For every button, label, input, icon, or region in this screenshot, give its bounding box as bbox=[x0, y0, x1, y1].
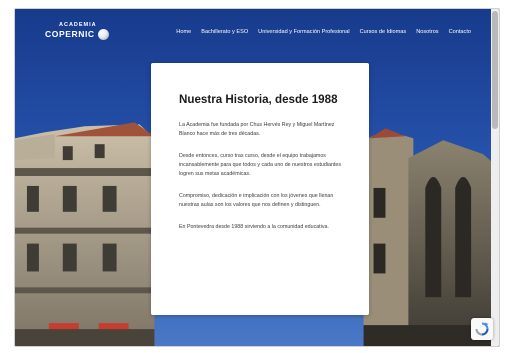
browser-viewport: ACADEMIA COPERNIC Home Bachillerato y ES… bbox=[14, 8, 500, 347]
recaptcha-arrows bbox=[475, 322, 489, 336]
nav-home[interactable]: Home bbox=[176, 29, 191, 35]
main-nav: Home Bachillerato y ESO Universidad y Fo… bbox=[176, 29, 471, 35]
scrollbar-thumb[interactable] bbox=[492, 11, 498, 129]
globe-icon bbox=[97, 28, 109, 40]
site-logo[interactable]: ACADEMIA COPERNIC bbox=[45, 22, 109, 40]
history-card: Nuestra Historia, desde 1988 La Academia… bbox=[151, 63, 369, 315]
logo-line-2-wrap: COPERNIC bbox=[45, 28, 109, 40]
nav-nosotros[interactable]: Nosotros bbox=[416, 29, 438, 35]
nav-idiomas[interactable]: Cursos de Idiomas bbox=[360, 29, 407, 35]
recaptcha-icon[interactable] bbox=[471, 318, 493, 340]
logo-line-2: COPERNIC bbox=[45, 28, 95, 39]
history-paragraph-2: Desde entonces, curso tras curso, desde … bbox=[179, 153, 341, 177]
history-paragraph-4: En Pontevedra desde 1988 sirviendo a la … bbox=[179, 224, 329, 230]
nav-contacto[interactable]: Contacto bbox=[449, 29, 471, 35]
nav-universidad[interactable]: Universidad y Formación Profesional bbox=[258, 29, 349, 35]
history-title: Nuestra Historia, desde 1988 bbox=[179, 93, 338, 106]
history-paragraph-1: La Academia fue fundada por Chus Hervés … bbox=[179, 122, 335, 137]
history-paragraph-3: Compromiso, dedicación e implicación con… bbox=[179, 193, 334, 208]
site-header: ACADEMIA COPERNIC Home Bachillerato y ES… bbox=[15, 9, 499, 57]
page-scrollbar[interactable] bbox=[491, 9, 499, 346]
nav-bachillerato[interactable]: Bachillerato y ESO bbox=[201, 29, 248, 35]
